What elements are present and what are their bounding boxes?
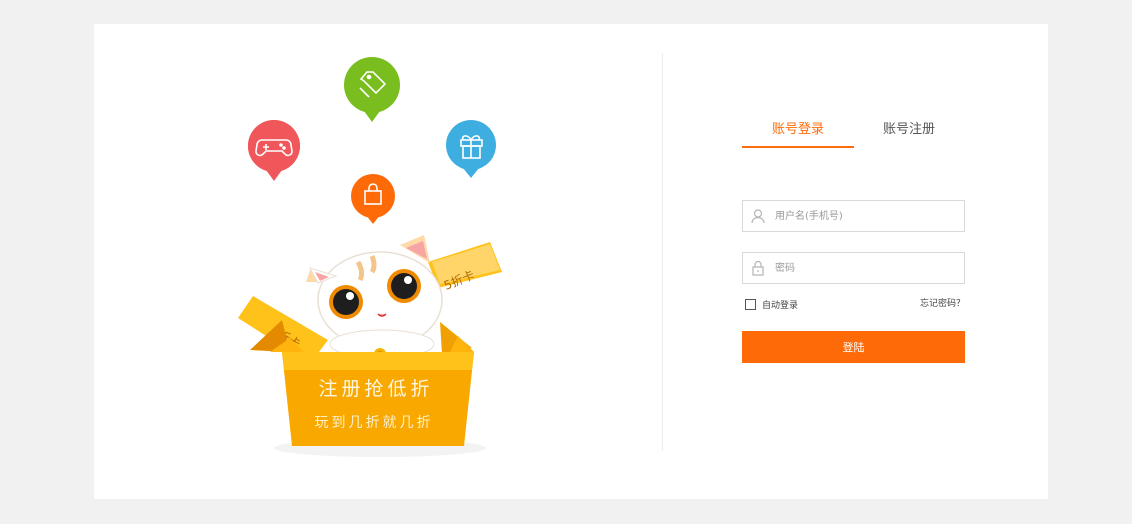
promo-subline: 玩到几折就几折 xyxy=(315,415,434,431)
password-field xyxy=(742,252,965,284)
username-field xyxy=(742,200,965,232)
user-icon xyxy=(751,209,765,224)
game-bubble xyxy=(247,120,300,181)
panel-divider xyxy=(662,53,663,451)
username-input[interactable] xyxy=(775,201,955,231)
tab-account-register[interactable]: 账号注册 xyxy=(853,116,965,146)
auto-login-checkbox[interactable] xyxy=(745,299,756,310)
bag-bubble xyxy=(351,174,395,224)
promo-headline: 注册抢低折 xyxy=(318,378,433,400)
auto-login-label: 自动登录 xyxy=(762,301,799,311)
tag-bubble xyxy=(344,57,400,122)
forgot-password-link[interactable]: 忘记密码？ xyxy=(905,296,965,309)
auto-login-option[interactable]: 自动登录 xyxy=(745,298,798,311)
password-input[interactable] xyxy=(775,253,955,283)
login-tabs: 账号登录 账号注册 xyxy=(742,116,965,148)
login-button[interactable]: 登陆 xyxy=(742,331,965,363)
gift-bubble xyxy=(446,120,496,178)
promo-illustration: 4折卡 5折卡 注册抢低折 玩到几折就几折 xyxy=(238,57,502,457)
lock-icon xyxy=(752,260,764,276)
gift-box: 注册抢低折 玩到几折就几折 xyxy=(270,336,474,446)
tab-account-login[interactable]: 账号登录 xyxy=(742,116,854,148)
